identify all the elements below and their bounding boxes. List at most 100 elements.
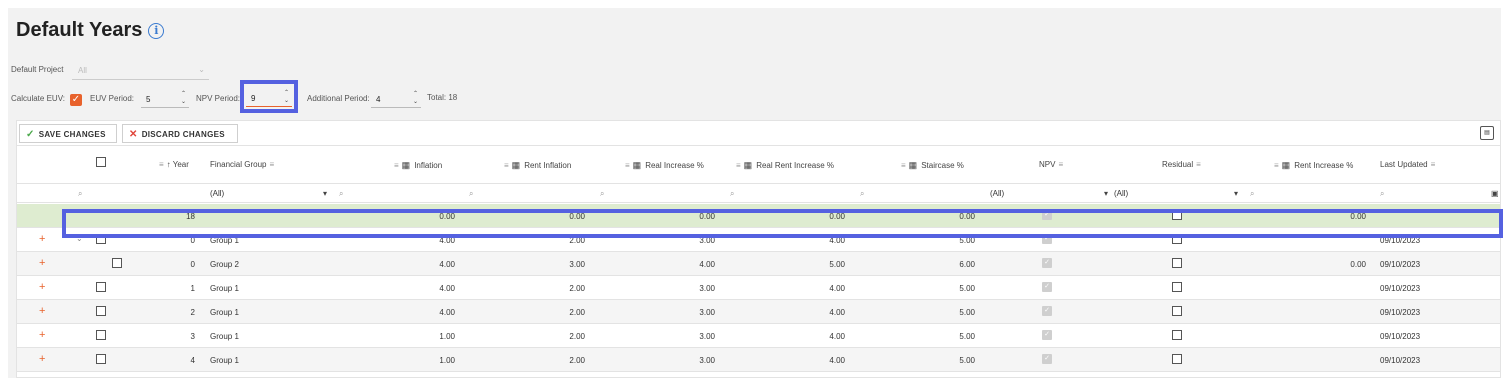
column-header-last-updated[interactable]: Last Updated ≡	[1380, 160, 1438, 169]
cell-staircase[interactable]: 5.00	[917, 356, 975, 365]
column-header-financial-group[interactable]: Financial Group ≡	[210, 160, 277, 169]
cell-real-rent-increase[interactable]: 4.00	[787, 308, 845, 317]
cell-rent-inflation[interactable]: 2.00	[527, 332, 585, 341]
cell-staircase[interactable]: 5.00	[917, 284, 975, 293]
search-icon[interactable]: ⌕	[1380, 189, 1384, 199]
cell-staircase[interactable]: 5.00	[917, 308, 975, 317]
cell-real-rent-increase[interactable]: 4.00	[787, 284, 845, 293]
stepper-arrows-icon[interactable]: ⌃ ⌄	[181, 90, 186, 106]
search-icon[interactable]: ⌕	[78, 189, 82, 199]
cell-real-increase[interactable]: 4.00	[657, 260, 715, 269]
residual-checkbox[interactable]	[1172, 210, 1182, 220]
chevron-down-icon[interactable]: ⌄	[76, 234, 83, 243]
cell-inflation[interactable]: 1.00	[397, 356, 455, 365]
add-row-icon[interactable]: +	[39, 281, 45, 293]
cell-last-updated[interactable]: 09/10/2023	[1380, 332, 1420, 341]
row-select-checkbox[interactable]	[112, 258, 122, 268]
cell-financial-group[interactable]: Group 1	[210, 308, 239, 317]
calendar-icon[interactable]: ▣	[1491, 189, 1499, 198]
cell-real-increase[interactable]: 3.00	[657, 332, 715, 341]
select-all-checkbox[interactable]	[96, 157, 106, 167]
filter-icon[interactable]: ≡	[504, 161, 509, 170]
search-icon[interactable]: ⌕	[600, 189, 604, 199]
row-select-checkbox[interactable]	[96, 330, 106, 340]
search-icon[interactable]: ⌕	[1250, 189, 1254, 199]
filter-icon[interactable]: ≡	[1274, 161, 1279, 170]
cell-real-increase[interactable]: 3.00	[657, 284, 715, 293]
save-changes-button[interactable]: ✓ SAVE CHANGES	[19, 124, 117, 143]
search-icon[interactable]: ⌕	[339, 189, 343, 199]
column-header-rent-inflation[interactable]: ≡ ▦ Rent Inflation	[501, 160, 571, 171]
cell-rent-inflation[interactable]: 2.00	[527, 308, 585, 317]
cell-financial-group[interactable]: Group 1	[210, 284, 239, 293]
cell-financial-group[interactable]: Group 2	[210, 260, 239, 269]
stepper-arrows-icon[interactable]: ⌃ ⌄	[413, 90, 418, 106]
cell-last-updated[interactable]: 09/10/2023	[1380, 284, 1420, 293]
cell-year[interactable]: 0	[147, 260, 195, 269]
cell-inflation[interactable]: 4.00	[397, 284, 455, 293]
cell-last-updated[interactable]: 09/10/2023	[1380, 236, 1420, 245]
cell-rent-inflation[interactable]: 2.00	[527, 284, 585, 293]
cell-real-increase[interactable]: 3.00	[657, 308, 715, 317]
search-icon[interactable]: ⌕	[730, 189, 734, 199]
cell-inflation[interactable]: 4.00	[397, 260, 455, 269]
column-header-real-increase[interactable]: ≡ ▦ Real Increase %	[622, 160, 704, 171]
column-header-inflation[interactable]: ≡ ▦ Inflation	[391, 160, 442, 171]
npv-period-stepper[interactable]: 9 ⌃ ⌄	[246, 87, 292, 107]
financial-group-filter[interactable]: (All)	[210, 189, 224, 198]
row-select-checkbox[interactable]	[96, 354, 106, 364]
cell-real-increase[interactable]: 3.00	[657, 356, 715, 365]
column-header-npv[interactable]: NPV ≡	[1039, 160, 1066, 169]
default-project-select[interactable]: All ⌄	[72, 60, 209, 80]
filter-icon[interactable]: ≡	[159, 160, 164, 169]
dropdown-arrow-icon[interactable]: ▾	[1104, 189, 1108, 198]
filter-icon[interactable]: ≡	[1431, 160, 1436, 169]
cell-rent-inflation[interactable]: 2.00	[527, 356, 585, 365]
row-select-checkbox[interactable]	[96, 282, 106, 292]
additional-period-stepper[interactable]: 4 ⌃ ⌄	[371, 88, 421, 108]
add-row-icon[interactable]: +	[39, 233, 45, 245]
add-row-icon[interactable]: +	[39, 353, 45, 365]
cell-inflation[interactable]: 1.00	[397, 332, 455, 341]
cell-real-rent-increase[interactable]: 5.00	[787, 260, 845, 269]
stepper-arrows-icon[interactable]: ⌃ ⌄	[284, 89, 289, 105]
cell-rent-increase[interactable]: 0.00	[1308, 260, 1366, 269]
residual-checkbox[interactable]	[1172, 306, 1182, 316]
cell-year[interactable]: 0	[147, 236, 195, 245]
cell-financial-group[interactable]: Group 1	[210, 356, 239, 365]
search-icon[interactable]: ⌕	[860, 189, 864, 199]
cell-financial-group[interactable]: Group 1	[210, 236, 239, 245]
column-header-year[interactable]: ≡ ↑ Year	[156, 160, 189, 169]
cell-year[interactable]: 3	[147, 332, 195, 341]
cell-year[interactable]: 1	[147, 284, 195, 293]
cell-financial-group[interactable]: Group 1	[210, 332, 239, 341]
row-select-checkbox[interactable]	[96, 234, 106, 244]
cell-inflation[interactable]: 4.00	[397, 308, 455, 317]
filter-icon[interactable]: ≡	[901, 161, 906, 170]
cell-real-rent-increase[interactable]: 4.00	[787, 356, 845, 365]
filter-icon[interactable]: ≡	[625, 161, 630, 170]
filter-icon[interactable]: ≡	[1058, 160, 1063, 169]
npv-filter[interactable]: (All)	[990, 189, 1004, 198]
add-row-icon[interactable]: +	[39, 257, 45, 269]
discard-changes-button[interactable]: ✕ DISCARD CHANGES	[122, 124, 238, 143]
column-header-residual[interactable]: Residual ≡	[1162, 160, 1204, 169]
cell-last-updated[interactable]: 09/10/2023	[1380, 308, 1420, 317]
cell-real-rent-increase[interactable]: 4.00	[787, 332, 845, 341]
residual-checkbox[interactable]	[1172, 282, 1182, 292]
add-row-icon[interactable]: +	[39, 305, 45, 317]
search-icon[interactable]: ⌕	[469, 189, 473, 199]
cell-last-updated[interactable]: 09/10/2023	[1380, 356, 1420, 365]
residual-checkbox[interactable]	[1172, 258, 1182, 268]
dropdown-arrow-icon[interactable]: ▾	[323, 189, 327, 198]
cell-real-increase[interactable]: 3.00	[657, 236, 715, 245]
column-header-rent-increase[interactable]: ≡ ▦ Rent Increase %	[1271, 160, 1353, 171]
add-row-icon[interactable]: +	[39, 329, 45, 341]
cell-staircase[interactable]: 5.00	[917, 236, 975, 245]
calculate-euv-checkbox[interactable]: ✓	[70, 94, 82, 106]
cell-last-updated[interactable]: 09/10/2023	[1380, 260, 1420, 269]
euv-period-stepper[interactable]: 5 ⌃ ⌄	[141, 88, 189, 108]
residual-checkbox[interactable]	[1172, 234, 1182, 244]
cell-staircase[interactable]: 5.00	[917, 332, 975, 341]
row-select-checkbox[interactable]	[96, 306, 106, 316]
